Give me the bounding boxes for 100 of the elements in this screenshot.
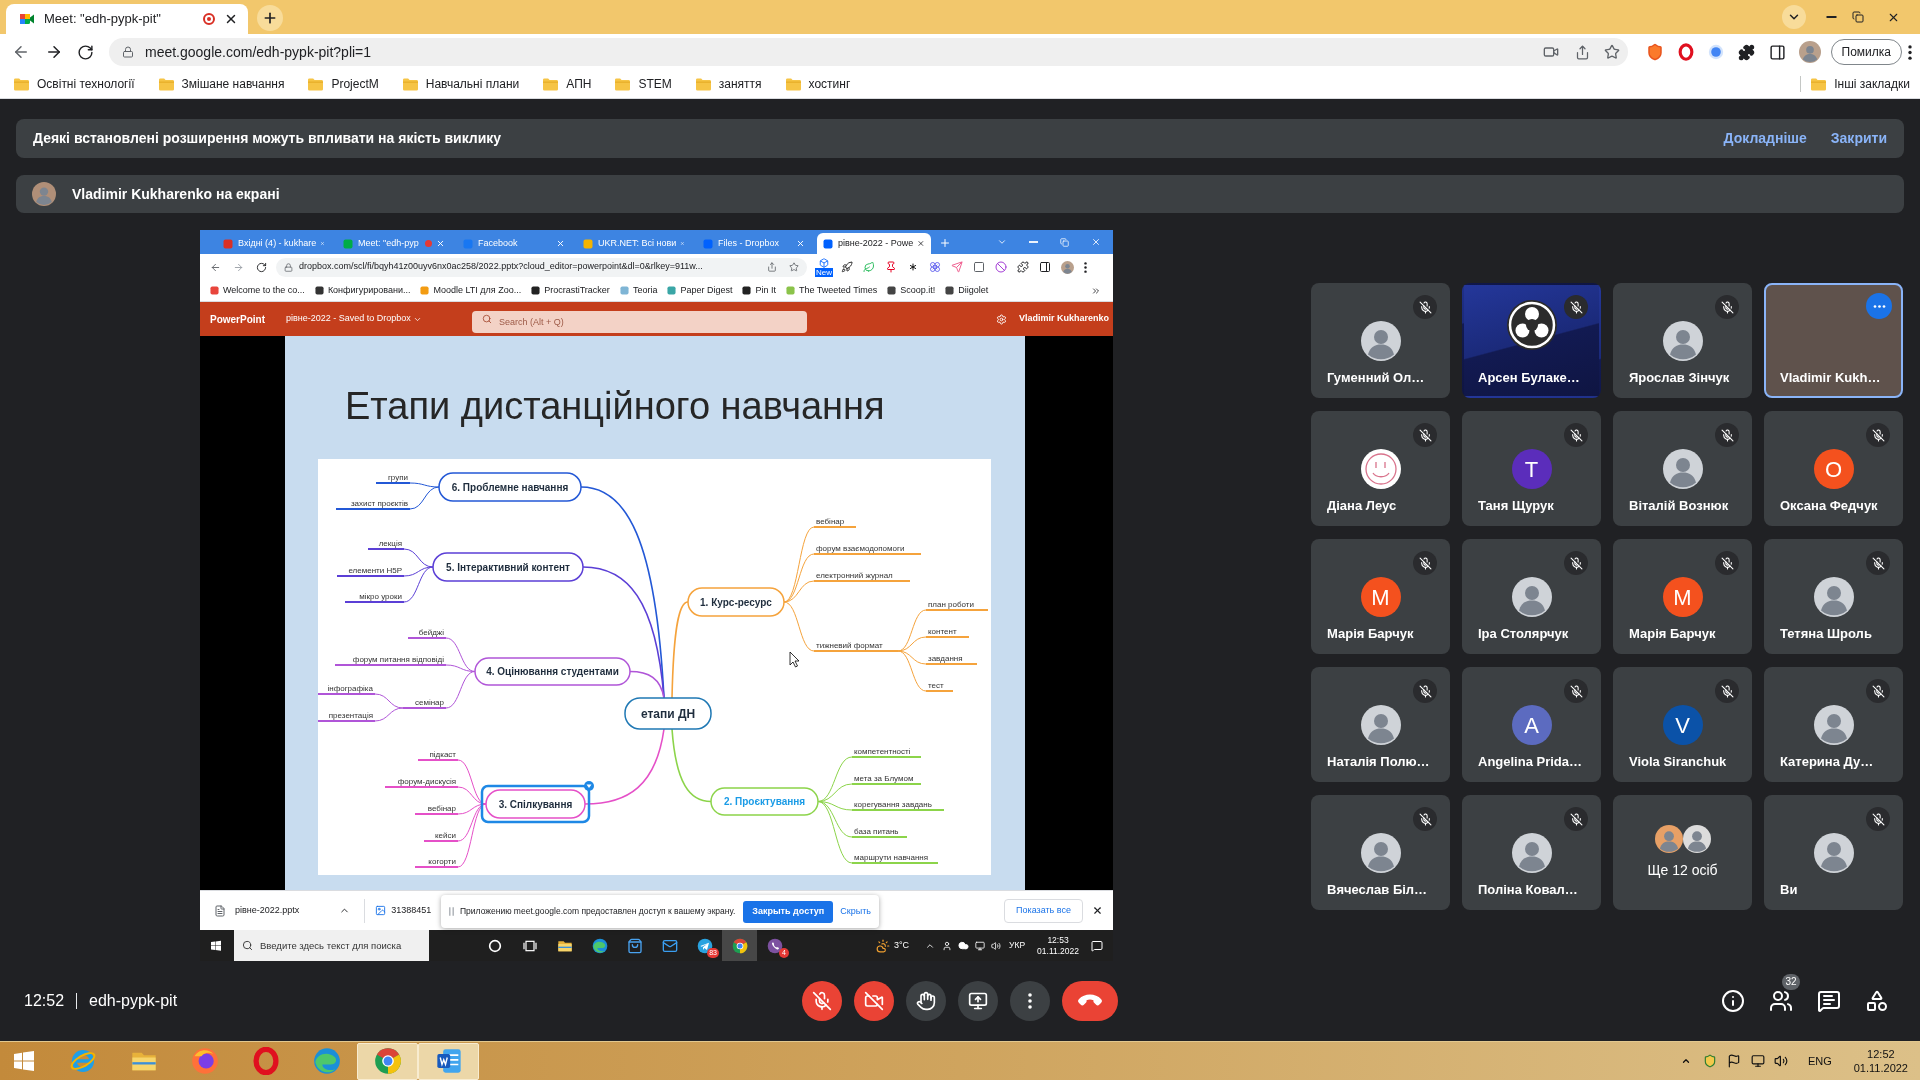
- topic-label[interactable]: інфографіка: [318, 683, 376, 695]
- close-icon[interactable]: [224, 12, 238, 26]
- dropdown-marker-icon[interactable]: [584, 781, 594, 791]
- topic-label[interactable]: база питань: [851, 826, 908, 838]
- dot-icon[interactable]: [1707, 44, 1724, 60]
- back-icon[interactable]: [12, 43, 30, 61]
- menu-icon[interactable]: [1908, 44, 1912, 60]
- stop-sharing-button[interactable]: Закрыть доступ: [743, 900, 834, 923]
- bookmark-link[interactable]: Welcome to the co...: [210, 283, 305, 298]
- settings-icon[interactable]: [995, 313, 1007, 325]
- share-icon[interactable]: [767, 262, 777, 272]
- browser-icon[interactable]: [373, 1047, 402, 1075]
- participant-tile[interactable]: Ви: [1764, 795, 1903, 910]
- topic-label[interactable]: групи: [375, 472, 411, 484]
- topic-label[interactable]: завдання: [925, 653, 978, 665]
- people-icon[interactable]: [1769, 989, 1793, 1013]
- square-icon[interactable]: [973, 261, 985, 273]
- participant-tile[interactable]: Віталій Вознюк: [1613, 411, 1752, 526]
- forward-icon[interactable]: [45, 43, 63, 61]
- bookmark-folder[interactable]: Змішане навчання: [158, 75, 285, 93]
- bookmark-link[interactable]: ProcrastiTracker: [531, 283, 610, 298]
- browser-icon[interactable]: [731, 937, 748, 954]
- video-tile[interactable]: Арсен Булаке…: [1462, 283, 1601, 398]
- shopping-bag-icon[interactable]: [626, 937, 643, 954]
- star-icon[interactable]: [789, 262, 799, 272]
- topic-label[interactable]: когорти: [414, 856, 459, 868]
- minimize-icon[interactable]: [1826, 16, 1837, 18]
- reload-icon[interactable]: [77, 43, 94, 61]
- chevron-up-icon[interactable]: [1680, 1056, 1691, 1066]
- topic-node[interactable]: 4. Оцінювання студентами: [474, 657, 631, 686]
- topic-label[interactable]: тижневий формат: [813, 640, 899, 652]
- restore-icon[interactable]: [1852, 11, 1864, 23]
- back-icon[interactable]: [210, 261, 221, 273]
- topic-label[interactable]: лекція: [367, 538, 405, 550]
- browser-tab[interactable]: рівне-2022 - Powe: [817, 233, 931, 254]
- share-icon[interactable]: [1574, 44, 1590, 60]
- mail-icon[interactable]: [661, 937, 678, 954]
- bookmark-link[interactable]: Diigolet: [945, 283, 989, 298]
- new-tab-icon[interactable]: [939, 237, 951, 249]
- ring-icon[interactable]: [1676, 43, 1695, 61]
- browser-tab[interactable]: Meet: "edh-pypk-pit": [6, 4, 248, 34]
- learn-more-link[interactable]: Докладніше: [1723, 128, 1807, 149]
- info-icon[interactable]: [1721, 989, 1745, 1013]
- topic-label[interactable]: мікро уроки: [344, 591, 405, 603]
- bookmark-folder[interactable]: Освітні технології: [14, 75, 135, 93]
- dismiss-link[interactable]: Закрити: [1830, 128, 1887, 149]
- pin-icon[interactable]: [885, 261, 897, 273]
- bookmark-link[interactable]: The Tweeted Times: [785, 283, 878, 298]
- bookmark-folder[interactable]: заняття: [695, 75, 762, 93]
- shield-icon[interactable]: [1702, 1054, 1717, 1068]
- participant-tile[interactable]: Вячеслав Біл…: [1311, 795, 1450, 910]
- rocket-icon[interactable]: [841, 261, 853, 273]
- bookmark-folder[interactable]: ProjectM: [308, 75, 379, 93]
- address-bar[interactable]: dropbox.com/scl/fi/bqyh41z00uyv6nx0ac258/2022.pptx?cloud_editor=powerpoint&dl=0&rlkey=911w...: [276, 257, 807, 277]
- participant-tile[interactable]: М Марія Барчук: [1311, 539, 1450, 654]
- topic-label[interactable]: підкаст: [417, 749, 459, 761]
- topic-label[interactable]: план роботи: [925, 599, 989, 611]
- topic-node[interactable]: 5. Інтерактивний контент: [432, 552, 584, 582]
- bookmark-link[interactable]: Teoria: [619, 283, 658, 298]
- browser-tab[interactable]: UKR.NET: Всі нови: [577, 233, 691, 254]
- bookmark-folder[interactable]: хостинг: [785, 75, 851, 93]
- search-field[interactable]: Search (Alt + Q): [472, 311, 807, 333]
- language-indicator[interactable]: ENG: [1807, 1052, 1832, 1070]
- activities-icon[interactable]: [1865, 989, 1889, 1013]
- participant-tile[interactable]: О Оксана Федчук: [1764, 411, 1903, 526]
- participant-tile[interactable]: Ще 12 осіб: [1613, 795, 1752, 910]
- side-panel-icon[interactable]: [1039, 261, 1051, 273]
- video-tile[interactable]: Vladimir Kukh…: [1764, 283, 1903, 398]
- browser-icon[interactable]: [190, 1047, 219, 1075]
- topic-label[interactable]: форум-дискусія: [384, 776, 459, 788]
- extensions-icon[interactable]: [1017, 261, 1029, 273]
- bookmark-folder[interactable]: Інші закладки: [1811, 75, 1910, 93]
- search-field[interactable]: Введите здесь текст для поиска: [234, 930, 429, 961]
- bookmark-link[interactable]: Moodle LTI для Zoo...: [420, 283, 522, 298]
- bookmark-link[interactable]: Конфигурировани...: [314, 283, 411, 298]
- participant-tile[interactable]: Т Таня Щурук: [1462, 411, 1601, 526]
- volume-icon[interactable]: [1773, 1054, 1788, 1068]
- participant-tile[interactable]: Катерина Ду…: [1764, 667, 1903, 782]
- bookmark-link[interactable]: Scoop.it!: [887, 283, 936, 298]
- bookmark-folder[interactable]: Навчальні плани: [402, 75, 520, 93]
- clock[interactable]: 12:53 01.11.2022: [1037, 934, 1079, 957]
- topic-label[interactable]: вебінар: [414, 803, 459, 815]
- cloud-icon[interactable]: [958, 940, 970, 951]
- participant-tile[interactable]: Наталія Полю…: [1311, 667, 1450, 782]
- participant-tile[interactable]: Ярослав Зінчук: [1613, 283, 1752, 398]
- notifications-icon[interactable]: [1091, 939, 1103, 952]
- browser-icon[interactable]: [591, 937, 608, 954]
- topic-label[interactable]: форум питання відповіді: [334, 654, 447, 666]
- network-icon[interactable]: [975, 940, 986, 951]
- flag-icon[interactable]: [1726, 1054, 1741, 1068]
- topic-label[interactable]: маршрути навчання: [851, 852, 939, 864]
- clock[interactable]: 12:52 01.11.2022: [1853, 1047, 1908, 1075]
- raise-hand-button[interactable]: [906, 981, 946, 1021]
- hide-link[interactable]: Скрыть: [840, 904, 871, 919]
- participant-tile[interactable]: Діана Леус: [1311, 411, 1450, 526]
- show-all-button[interactable]: Показать все: [1004, 898, 1083, 923]
- flower-icon[interactable]: [929, 261, 941, 273]
- circle-slash-icon[interactable]: [995, 261, 1007, 273]
- browser-tab[interactable]: Meet: "edh-pyp: [337, 233, 451, 254]
- topic-label[interactable]: кейси: [423, 830, 459, 842]
